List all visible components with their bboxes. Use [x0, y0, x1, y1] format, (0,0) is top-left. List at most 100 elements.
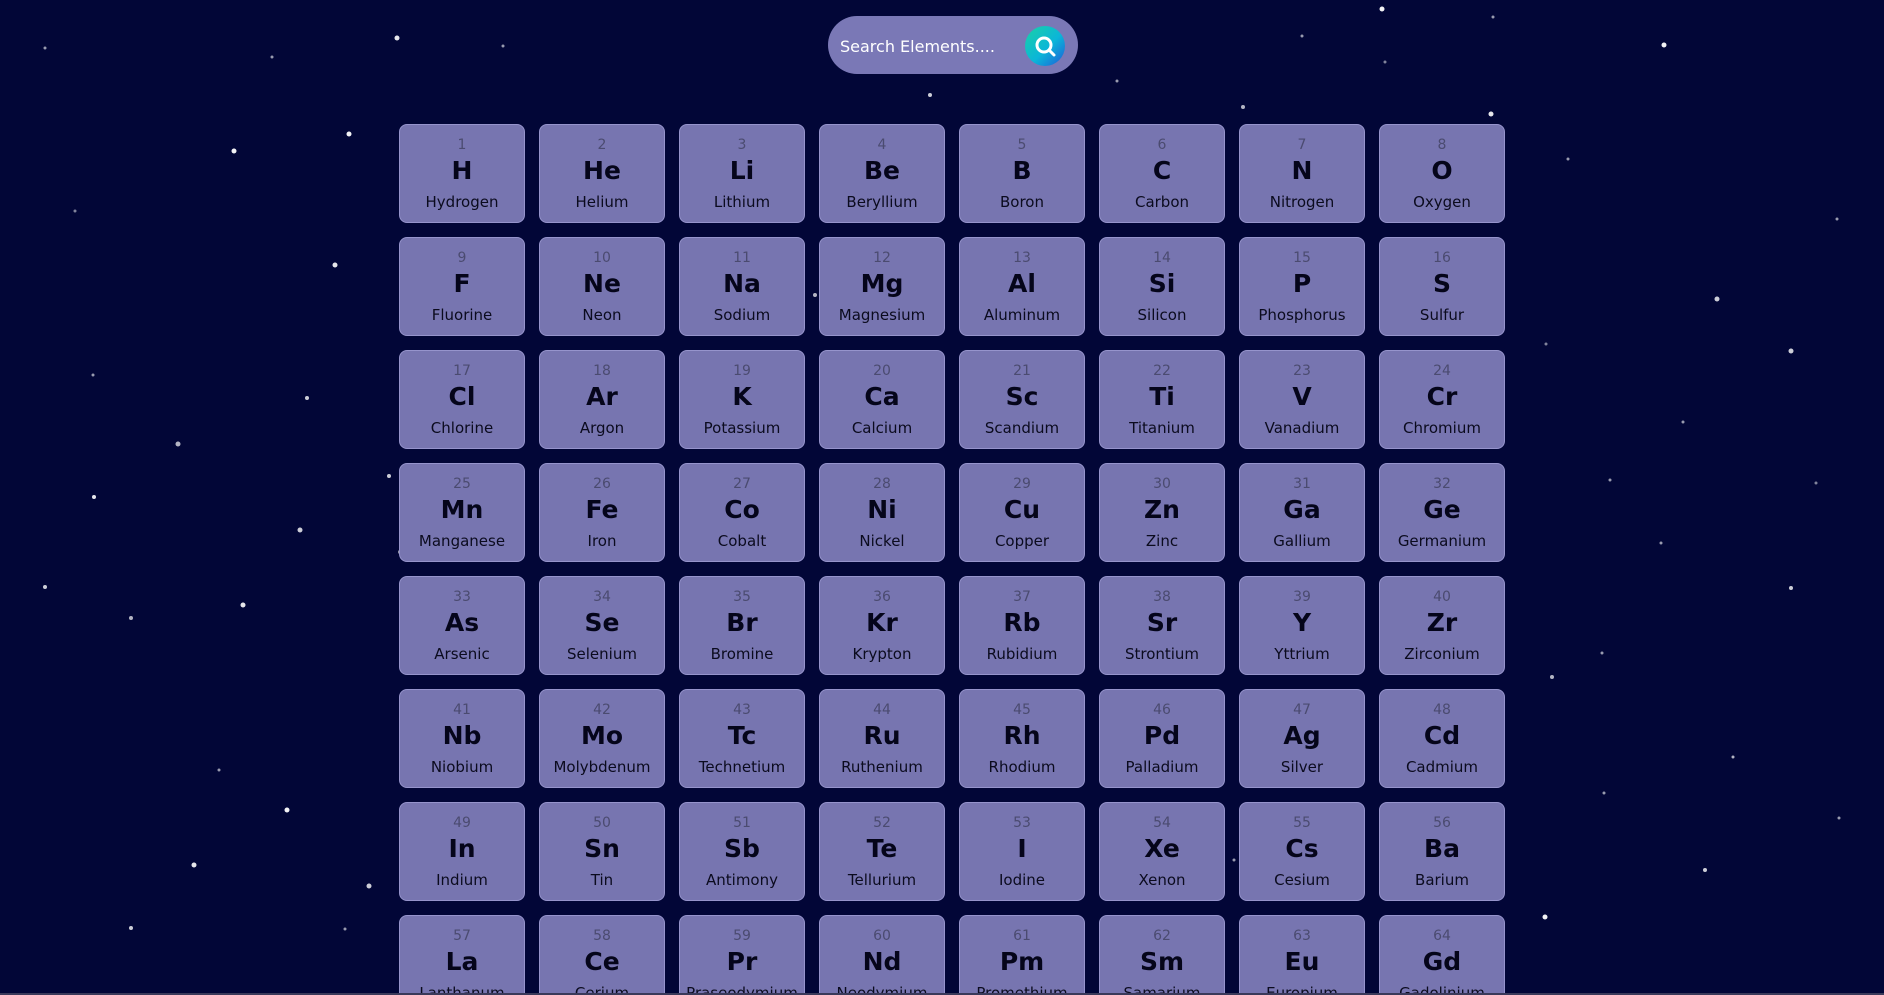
- element-card-f[interactable]: 9 F Fluorine: [399, 237, 525, 336]
- element-symbol: P: [1292, 269, 1312, 298]
- element-card-s[interactable]: 16 S Sulfur: [1379, 237, 1505, 336]
- element-symbol: Ne: [583, 269, 621, 298]
- element-symbol: S: [1432, 269, 1451, 298]
- element-card-h[interactable]: 1 H Hydrogen: [399, 124, 525, 223]
- element-card-i[interactable]: 53 I Iodine: [959, 802, 1085, 901]
- element-symbol: He: [583, 156, 621, 185]
- element-card-be[interactable]: 4 Be Beryllium: [819, 124, 945, 223]
- element-card-kr[interactable]: 36 Kr Krypton: [819, 576, 945, 675]
- element-name: Nitrogen: [1269, 193, 1335, 211]
- element-card-nb[interactable]: 41 Nb Niobium: [399, 689, 525, 788]
- element-symbol: F: [453, 269, 471, 298]
- element-card-xe[interactable]: 54 Xe Xenon: [1099, 802, 1225, 901]
- element-name: Beryllium: [846, 193, 918, 211]
- element-symbol: As: [444, 608, 480, 637]
- element-card-ne[interactable]: 10 Ne Neon: [539, 237, 665, 336]
- atomic-number: 47: [1293, 702, 1311, 718]
- element-card-la[interactable]: 57 La Lanthanum: [399, 915, 525, 995]
- element-card-cd[interactable]: 48 Cd Cadmium: [1379, 689, 1505, 788]
- element-card-ge[interactable]: 32 Ge Germanium: [1379, 463, 1505, 562]
- element-symbol: Pm: [999, 947, 1045, 976]
- element-card-sm[interactable]: 62 Sm Samarium: [1099, 915, 1225, 995]
- element-card-ca[interactable]: 20 Ca Calcium: [819, 350, 945, 449]
- element-card-al[interactable]: 13 Al Aluminum: [959, 237, 1085, 336]
- element-card-li[interactable]: 3 Li Lithium: [679, 124, 805, 223]
- element-card-zr[interactable]: 40 Zr Zirconium: [1379, 576, 1505, 675]
- element-card-nd[interactable]: 60 Nd Neodymium: [819, 915, 945, 995]
- atomic-number: 11: [733, 250, 751, 266]
- element-card-v[interactable]: 23 V Vanadium: [1239, 350, 1365, 449]
- atomic-number: 16: [1433, 250, 1451, 266]
- element-card-sn[interactable]: 50 Sn Tin: [539, 802, 665, 901]
- element-card-eu[interactable]: 63 Eu Europium: [1239, 915, 1365, 995]
- element-symbol: Li: [729, 156, 755, 185]
- element-card-rb[interactable]: 37 Rb Rubidium: [959, 576, 1085, 675]
- atomic-number: 62: [1153, 928, 1171, 944]
- element-card-y[interactable]: 39 Y Yttrium: [1239, 576, 1365, 675]
- element-card-in[interactable]: 49 In Indium: [399, 802, 525, 901]
- atomic-number: 20: [873, 363, 891, 379]
- element-card-ba[interactable]: 56 Ba Barium: [1379, 802, 1505, 901]
- atomic-number: 53: [1013, 815, 1031, 831]
- element-card-ru[interactable]: 44 Ru Ruthenium: [819, 689, 945, 788]
- atomic-number: 10: [593, 250, 611, 266]
- element-card-sb[interactable]: 51 Sb Antimony: [679, 802, 805, 901]
- element-card-rh[interactable]: 45 Rh Rhodium: [959, 689, 1085, 788]
- element-card-mg[interactable]: 12 Mg Magnesium: [819, 237, 945, 336]
- element-card-sc[interactable]: 21 Sc Scandium: [959, 350, 1085, 449]
- element-name: Niobium: [430, 758, 494, 776]
- element-card-mn[interactable]: 25 Mn Manganese: [399, 463, 525, 562]
- atomic-number: 24: [1433, 363, 1451, 379]
- search-input[interactable]: [838, 29, 1022, 63]
- element-card-ar[interactable]: 18 Ar Argon: [539, 350, 665, 449]
- element-card-cu[interactable]: 29 Cu Copper: [959, 463, 1085, 562]
- element-card-pd[interactable]: 46 Pd Palladium: [1099, 689, 1225, 788]
- atomic-number: 32: [1433, 476, 1451, 492]
- atomic-number: 60: [873, 928, 891, 944]
- element-card-se[interactable]: 34 Se Selenium: [539, 576, 665, 675]
- element-card-br[interactable]: 35 Br Bromine: [679, 576, 805, 675]
- element-card-as[interactable]: 33 As Arsenic: [399, 576, 525, 675]
- element-card-k[interactable]: 19 K Potassium: [679, 350, 805, 449]
- element-card-ag[interactable]: 47 Ag Silver: [1239, 689, 1365, 788]
- element-card-zn[interactable]: 30 Zn Zinc: [1099, 463, 1225, 562]
- element-card-fe[interactable]: 26 Fe Iron: [539, 463, 665, 562]
- element-card-cl[interactable]: 17 Cl Chlorine: [399, 350, 525, 449]
- element-card-cr[interactable]: 24 Cr Chromium: [1379, 350, 1505, 449]
- atomic-number: 22: [1153, 363, 1171, 379]
- atomic-number: 38: [1153, 589, 1171, 605]
- element-card-c[interactable]: 6 C Carbon: [1099, 124, 1225, 223]
- element-card-co[interactable]: 27 Co Cobalt: [679, 463, 805, 562]
- element-card-na[interactable]: 11 Na Sodium: [679, 237, 805, 336]
- element-card-o[interactable]: 8 O Oxygen: [1379, 124, 1505, 223]
- search-button[interactable]: [1025, 26, 1065, 66]
- element-card-si[interactable]: 14 Si Silicon: [1099, 237, 1225, 336]
- element-card-te[interactable]: 52 Te Tellurium: [819, 802, 945, 901]
- element-card-ce[interactable]: 58 Ce Cerium: [539, 915, 665, 995]
- element-card-ga[interactable]: 31 Ga Gallium: [1239, 463, 1365, 562]
- element-card-mo[interactable]: 42 Mo Molybdenum: [539, 689, 665, 788]
- element-card-he[interactable]: 2 He Helium: [539, 124, 665, 223]
- element-card-ni[interactable]: 28 Ni Nickel: [819, 463, 945, 562]
- element-name: Silicon: [1137, 306, 1187, 324]
- element-symbol: Ga: [1283, 495, 1321, 524]
- element-name: Strontium: [1124, 645, 1200, 663]
- element-card-cs[interactable]: 55 Cs Cesium: [1239, 802, 1365, 901]
- element-card-b[interactable]: 5 B Boron: [959, 124, 1085, 223]
- element-card-p[interactable]: 15 P Phosphorus: [1239, 237, 1365, 336]
- element-card-tc[interactable]: 43 Tc Technetium: [679, 689, 805, 788]
- element-symbol: B: [1012, 156, 1032, 185]
- element-card-pm[interactable]: 61 Pm Promethium: [959, 915, 1085, 995]
- element-card-pr[interactable]: 59 Pr Praseodymium: [679, 915, 805, 995]
- atomic-number: 37: [1013, 589, 1031, 605]
- element-symbol: Na: [723, 269, 761, 298]
- search-bar: [828, 16, 1078, 74]
- element-card-sr[interactable]: 38 Sr Strontium: [1099, 576, 1225, 675]
- element-name: Chlorine: [430, 419, 494, 437]
- element-card-ti[interactable]: 22 Ti Titanium: [1099, 350, 1225, 449]
- element-card-gd[interactable]: 64 Gd Gadolinium: [1379, 915, 1505, 995]
- element-card-n[interactable]: 7 N Nitrogen: [1239, 124, 1365, 223]
- element-symbol: Ce: [584, 947, 620, 976]
- periodic-table-page: 1 H Hydrogen 2 He Helium 3 Li Lithium 4 Be Berylliu…: [0, 0, 1884, 995]
- atomic-number: 12: [873, 250, 891, 266]
